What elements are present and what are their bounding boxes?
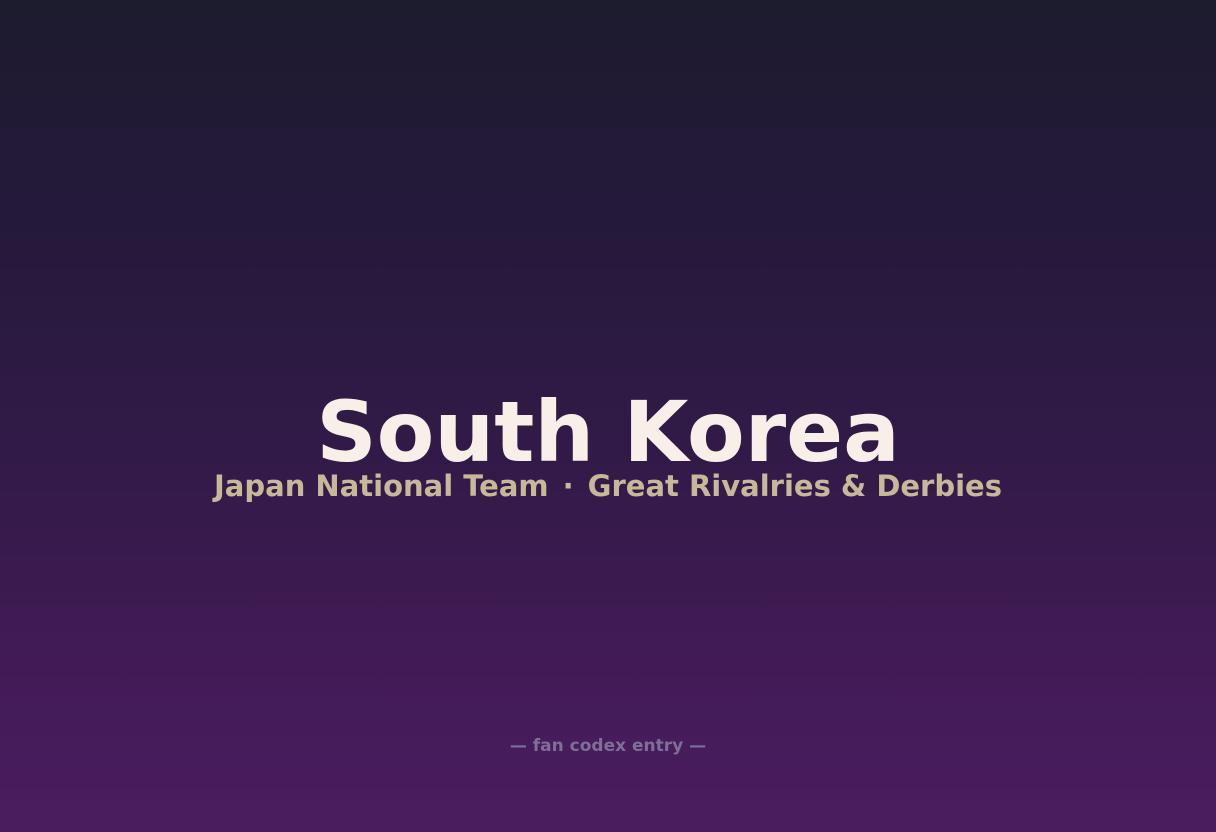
subtitle: Japan National Team · Great Rivalries & De… (0, 467, 1216, 505)
subtitle-category: Great Rivalries & Derbies (587, 469, 1002, 503)
subtitle-separator: · (562, 469, 574, 503)
footer-caption: — fan codex entry — (509, 736, 707, 756)
title-card: { "card": { "title": "South Korea", "sub… (0, 0, 1216, 832)
subtitle-team: Japan National Team (214, 469, 549, 503)
